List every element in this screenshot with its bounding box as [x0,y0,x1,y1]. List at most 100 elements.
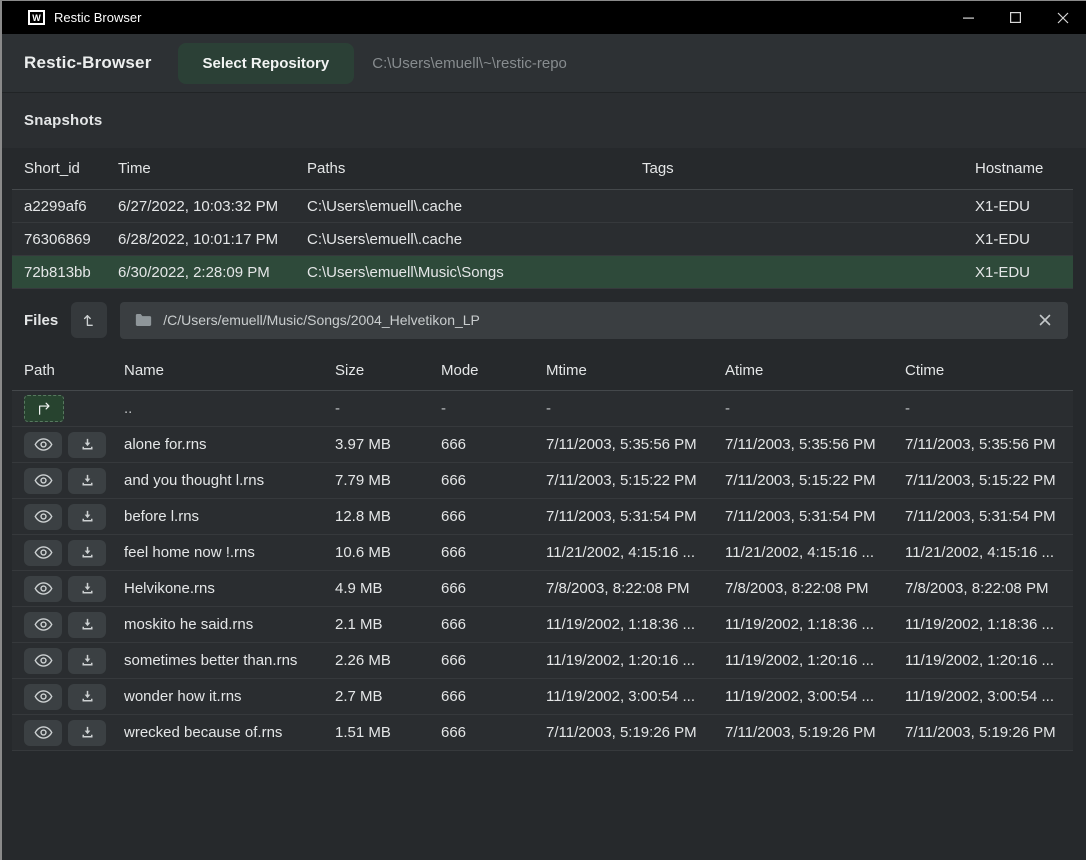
file-size: 7.79 MB [335,472,441,489]
view-file-button[interactable] [24,612,62,638]
file-row-actions [24,648,124,674]
view-file-button[interactable] [24,720,62,746]
empty-area [2,751,1086,860]
download-file-button[interactable] [68,432,106,458]
file-row-actions [24,576,124,602]
file-row-actions [24,468,124,494]
download-file-button[interactable] [68,648,106,674]
file-mode: 666 [441,544,546,561]
file-size: 1.51 MB [335,724,441,741]
snapshot-row[interactable]: 72b813bb 6/30/2022, 2:28:09 PM C:\Users\… [12,256,1073,289]
file-atime: 7/11/2003, 5:19:26 PM [725,724,905,741]
maximize-icon [1010,12,1021,23]
current-path-bar[interactable]: /C/Users/emuell/Music/Songs/2004_Helveti… [120,302,1068,339]
file-row-actions [24,540,124,566]
snapshot-row[interactable]: 76306869 6/28/2022, 10:01:17 PM C:\Users… [12,223,1073,256]
column-header-name: Name [124,362,335,379]
download-icon [80,617,95,632]
download-file-button[interactable] [68,540,106,566]
file-row: alone for.rns 3.97 MB 666 7/11/2003, 5:3… [12,427,1073,463]
go-to-parent-button[interactable] [24,395,64,422]
eye-icon [34,617,53,632]
titlebar: W Restic Browser [2,1,1086,34]
file-name: alone for.rns [124,436,335,453]
file-mode: 666 [441,436,546,453]
column-header-time: Time [118,160,307,177]
file-atime: 7/8/2003, 8:22:08 PM [725,580,905,597]
snapshot-paths: C:\Users\emuell\.cache [307,198,642,215]
file-row-actions [24,684,124,710]
file-mode: 666 [441,652,546,669]
file-ctime: 7/8/2003, 8:22:08 PM [905,580,1073,597]
file-row: and you thought l.rns 7.79 MB 666 7/11/2… [12,463,1073,499]
file-name: sometimes better than.rns [124,652,335,669]
download-icon [80,689,95,704]
view-file-button[interactable] [24,648,62,674]
close-button[interactable] [1039,1,1086,34]
view-file-button[interactable] [24,468,62,494]
download-file-button[interactable] [68,720,106,746]
download-file-button[interactable] [68,468,106,494]
file-row: sometimes better than.rns 2.26 MB 666 11… [12,643,1073,679]
download-icon [80,545,95,560]
file-name: wonder how it.rns [124,688,335,705]
window-controls [945,1,1086,34]
column-header-ctime: Ctime [905,362,1073,379]
download-icon [80,437,95,452]
snapshot-hostname: X1-EDU [975,198,1073,215]
folder-icon [135,313,152,327]
file-atime: 11/19/2002, 1:20:16 ... [725,652,905,669]
file-name: wrecked because of.rns [124,724,335,741]
file-atime: 7/11/2003, 5:35:56 PM [725,436,905,453]
file-size: 3.97 MB [335,436,441,453]
file-atime: 7/11/2003, 5:15:22 PM [725,472,905,489]
file-atime: 11/19/2002, 1:18:36 ... [725,616,905,633]
eye-icon [34,437,53,452]
file-mtime: 11/19/2002, 1:20:16 ... [546,652,725,669]
select-repository-button[interactable]: Select Repository [178,43,355,84]
minimize-icon [963,17,974,19]
column-header-path: Path [24,362,124,379]
download-icon [80,653,95,668]
file-ctime: 7/11/2003, 5:31:54 PM [905,508,1073,525]
download-file-button[interactable] [68,504,106,530]
view-file-button[interactable] [24,504,62,530]
view-file-button[interactable] [24,684,62,710]
files-bar: Files /C/Users/emuell/Music/Songs/2004_H… [2,289,1086,351]
maximize-button[interactable] [992,1,1039,34]
app-window: W Restic Browser Restic-Browser Select R… [0,0,1086,860]
minimize-button[interactable] [945,1,992,34]
up-level-button[interactable] [71,302,107,338]
file-size: 2.1 MB [335,616,441,633]
file-mtime: 7/8/2003, 8:22:08 PM [546,580,725,597]
snapshots-section-header: Snapshots [2,93,1086,148]
file-name: moskito he said.rns [124,616,335,633]
column-header-mtime: Mtime [546,362,725,379]
download-file-button[interactable] [68,684,106,710]
snapshot-short-id: a2299af6 [24,198,118,215]
file-ctime: 7/11/2003, 5:35:56 PM [905,436,1073,453]
parent-row-ctime: - [905,400,1073,417]
snapshot-hostname: X1-EDU [975,231,1073,248]
close-icon [1057,12,1069,24]
file-name: Helvikone.rns [124,580,335,597]
files-table-header: Path Name Size Mode Mtime Atime Ctime [12,351,1073,391]
snapshot-row[interactable]: a2299af6 6/27/2022, 10:03:32 PM C:\Users… [12,190,1073,223]
column-header-tags: Tags [642,160,975,177]
view-file-button[interactable] [24,576,62,602]
app-logo-glyph: W [32,13,41,23]
download-file-button[interactable] [68,576,106,602]
file-row: Helvikone.rns 4.9 MB 666 7/8/2003, 8:22:… [12,571,1073,607]
page-title: Restic-Browser [24,53,152,73]
eye-icon [34,653,53,668]
snapshot-hostname: X1-EDU [975,264,1073,281]
view-file-button[interactable] [24,432,62,458]
download-icon [80,509,95,524]
download-file-button[interactable] [68,612,106,638]
file-atime: 7/11/2003, 5:31:54 PM [725,508,905,525]
view-file-button[interactable] [24,540,62,566]
window-title: Restic Browser [54,10,141,25]
files-table-body: alone for.rns 3.97 MB 666 7/11/2003, 5:3… [12,427,1073,751]
parent-row-actions [24,395,124,422]
clear-path-button[interactable] [1037,312,1053,328]
